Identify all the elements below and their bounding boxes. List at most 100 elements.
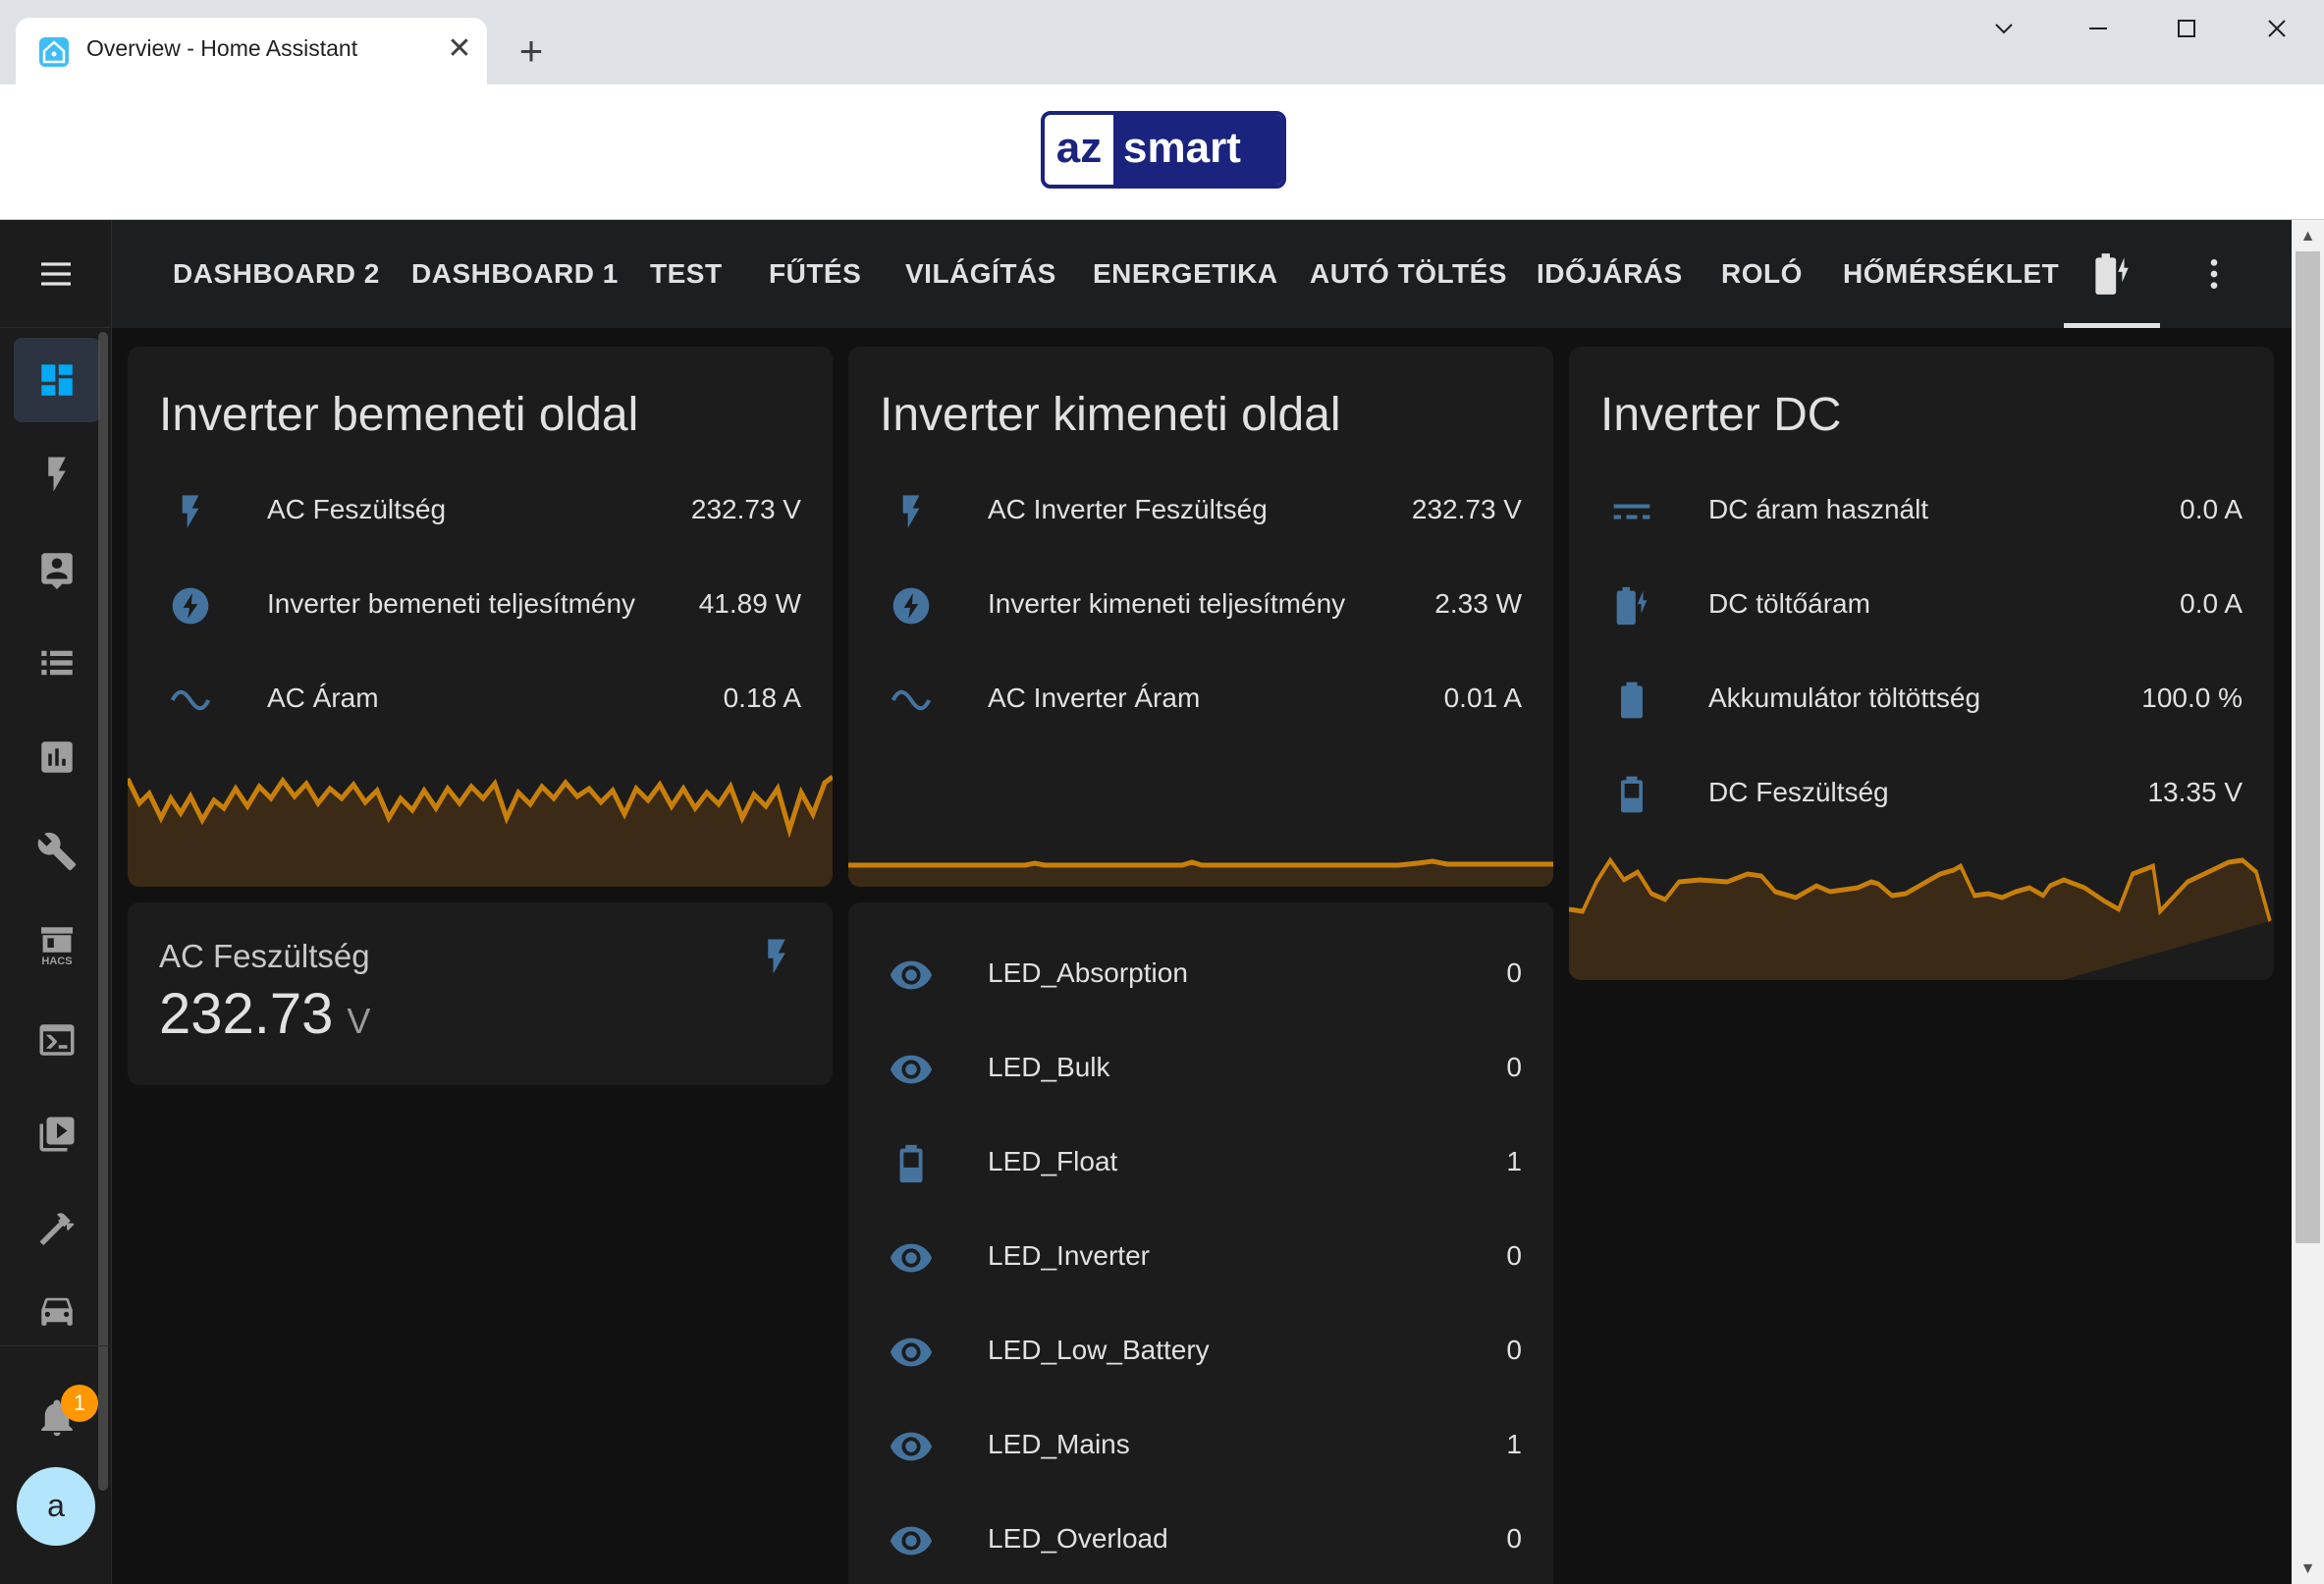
entity-value: 1 [1506, 1429, 1522, 1459]
browser-tabstrip: Overview - Home Assistant ✕ + [0, 0, 2324, 84]
sidebar-scrollbar[interactable] [98, 332, 108, 1491]
entity-value: 0 [1506, 957, 1522, 988]
eye-icon [888, 952, 935, 999]
hammer-icon[interactable] [14, 1186, 100, 1271]
entity-label: AC Inverter Áram [988, 683, 1201, 713]
flash-circle-icon [167, 582, 214, 629]
battery-outline-icon [1608, 771, 1655, 818]
entity-value: 0 [1506, 1052, 1522, 1082]
battery-charging-icon [1608, 582, 1655, 629]
wrench-icon[interactable] [14, 809, 100, 894]
entity-row[interactable]: Inverter bemeneti teljesítmény 41.89 W [128, 559, 833, 653]
flash-icon [888, 488, 935, 535]
entity-label: LED_Absorption [988, 957, 1188, 988]
sensor-card-ac-voltage[interactable]: AC Feszültség 232.73 V [128, 902, 833, 1085]
logo-text-az: az [1055, 123, 1103, 172]
sensor-value: 232.73 [159, 982, 334, 1046]
close-window-icon[interactable] [2233, 8, 2321, 55]
tab-auto-toltes[interactable]: AUTÓ TÖLTÉS [1310, 220, 1507, 328]
entity-row[interactable]: DC töltőáram 0.0 A [1569, 559, 2274, 653]
tab-rolo[interactable]: ROLÓ [1721, 220, 1803, 328]
sidebar-divider [0, 1345, 112, 1346]
entity-row[interactable]: Inverter kimeneti teljesítmény 2.33 W [848, 559, 1553, 653]
hacs-store-icon[interactable]: HACS [14, 903, 100, 988]
flash-icon [167, 488, 214, 535]
scroll-up-arrow-icon[interactable]: ▲ [2292, 222, 2324, 251]
entity-value: 0 [1506, 1523, 1522, 1554]
tab-energetika[interactable]: ENERGETIKA [1093, 220, 1278, 328]
tab-dashboard-1[interactable]: DASHBOARD 1 [411, 220, 619, 328]
entity-value: 13.35 V [2147, 777, 2243, 807]
entity-row[interactable]: AC Inverter Áram 0.01 A [848, 653, 1553, 747]
flash-icon[interactable] [14, 432, 100, 517]
entity-label: AC Inverter Feszültség [988, 494, 1268, 524]
entity-label: AC Áram [267, 683, 379, 713]
entity-value: 232.73 V [1411, 494, 1522, 524]
chart-box-icon[interactable] [14, 715, 100, 799]
entity-value: 232.73 V [690, 494, 801, 524]
entity-label: DC Feszültség [1708, 777, 1889, 807]
sensor-value-wrap: 232.73 V [159, 981, 370, 1047]
logo-text-smart: smart [1113, 115, 1282, 185]
avatar[interactable]: a [17, 1467, 95, 1546]
view-dashboard-icon[interactable] [14, 338, 100, 422]
tab-test[interactable]: TEST [650, 220, 723, 328]
card-inverter-output: Inverter kimeneti oldal AC Inverter Fesz… [848, 347, 1553, 887]
card-title: Inverter DC [1600, 389, 1842, 441]
entity-row[interactable]: LED_Bulk 0 [848, 1022, 1553, 1117]
tab-idojaras[interactable]: IDŐJÁRÁS [1537, 220, 1683, 328]
tab-battery-charging[interactable] [2064, 220, 2160, 328]
sparkline-graph [128, 775, 833, 887]
new-tab-icon[interactable]: + [507, 27, 556, 77]
tab-close-icon[interactable]: ✕ [440, 27, 479, 71]
entity-label: AC Feszültség [267, 494, 447, 524]
eye-icon [888, 1046, 935, 1093]
entity-value: 100.0 % [2141, 683, 2243, 713]
battery-charging-icon [2095, 253, 2129, 295]
entity-row[interactable]: AC Inverter Feszültség 232.73 V [848, 464, 1553, 559]
sparkline-graph [848, 858, 1553, 887]
entity-row[interactable]: DC Feszültség 13.35 V [1569, 747, 2274, 842]
entity-row[interactable]: LED_Mains 1 [848, 1399, 1553, 1494]
home-assistant-favicon-icon [39, 37, 69, 67]
entity-row[interactable]: Akkumulátor töltöttség 100.0 % [1569, 653, 2274, 747]
page-scrollbar-thumb[interactable] [2296, 251, 2320, 1243]
card-title: Inverter bemeneti oldal [159, 389, 639, 441]
console-icon[interactable] [14, 998, 100, 1082]
flash-icon [756, 936, 797, 982]
scroll-down-arrow-icon[interactable]: ▼ [2292, 1555, 2324, 1584]
entity-value: 0.18 A [723, 683, 801, 713]
entity-row[interactable]: LED_Overload 0 [848, 1494, 1553, 1584]
card-led-status: LED_Absorption 0 LED_Bulk 0 LED_Float 1 … [848, 902, 1553, 1584]
format-list-icon[interactable] [14, 621, 100, 705]
entity-row[interactable]: LED_Float 1 [848, 1117, 1553, 1211]
menu-icon[interactable] [0, 220, 112, 328]
sine-wave-icon [167, 677, 214, 724]
play-box-icon[interactable] [14, 1092, 100, 1176]
tab-search-chevron-icon[interactable] [1960, 8, 2048, 55]
browser-tab[interactable]: Overview - Home Assistant ✕ [16, 18, 487, 84]
car-icon[interactable] [14, 1281, 100, 1339]
entity-row[interactable]: AC Áram 0.18 A [128, 653, 833, 747]
notification-badge: 1 [61, 1385, 98, 1422]
maximize-icon[interactable] [2142, 8, 2231, 55]
entity-row[interactable]: LED_Inverter 0 [848, 1211, 1553, 1305]
more-vert-icon[interactable] [2189, 220, 2239, 328]
entity-value: 1 [1506, 1146, 1522, 1176]
entity-value: 41.89 W [698, 588, 801, 619]
entity-row[interactable]: AC Feszültség 232.73 V [128, 464, 833, 559]
tab-futes[interactable]: FŰTÉS [769, 220, 861, 328]
account-box-icon[interactable] [14, 526, 100, 611]
entity-row[interactable]: LED_Low_Battery 0 [848, 1305, 1553, 1399]
tab-vilagitas[interactable]: VILÁGÍTÁS [905, 220, 1056, 328]
sensor-unit: V [347, 1001, 371, 1041]
entity-row[interactable]: DC áram használt 0.0 A [1569, 464, 2274, 559]
eye-icon [888, 1423, 935, 1470]
minimize-icon[interactable] [2054, 8, 2142, 55]
entity-label: LED_Overload [988, 1523, 1168, 1554]
entity-label: Inverter bemeneti teljesítmény [267, 588, 636, 619]
entity-row[interactable]: LED_Absorption 0 [848, 928, 1553, 1022]
entity-label: LED_Inverter [988, 1240, 1150, 1271]
tab-homerseklet[interactable]: HŐMÉRSÉKLET [1843, 220, 2059, 328]
tab-dashboard-2[interactable]: DASHBOARD 2 [173, 220, 380, 328]
